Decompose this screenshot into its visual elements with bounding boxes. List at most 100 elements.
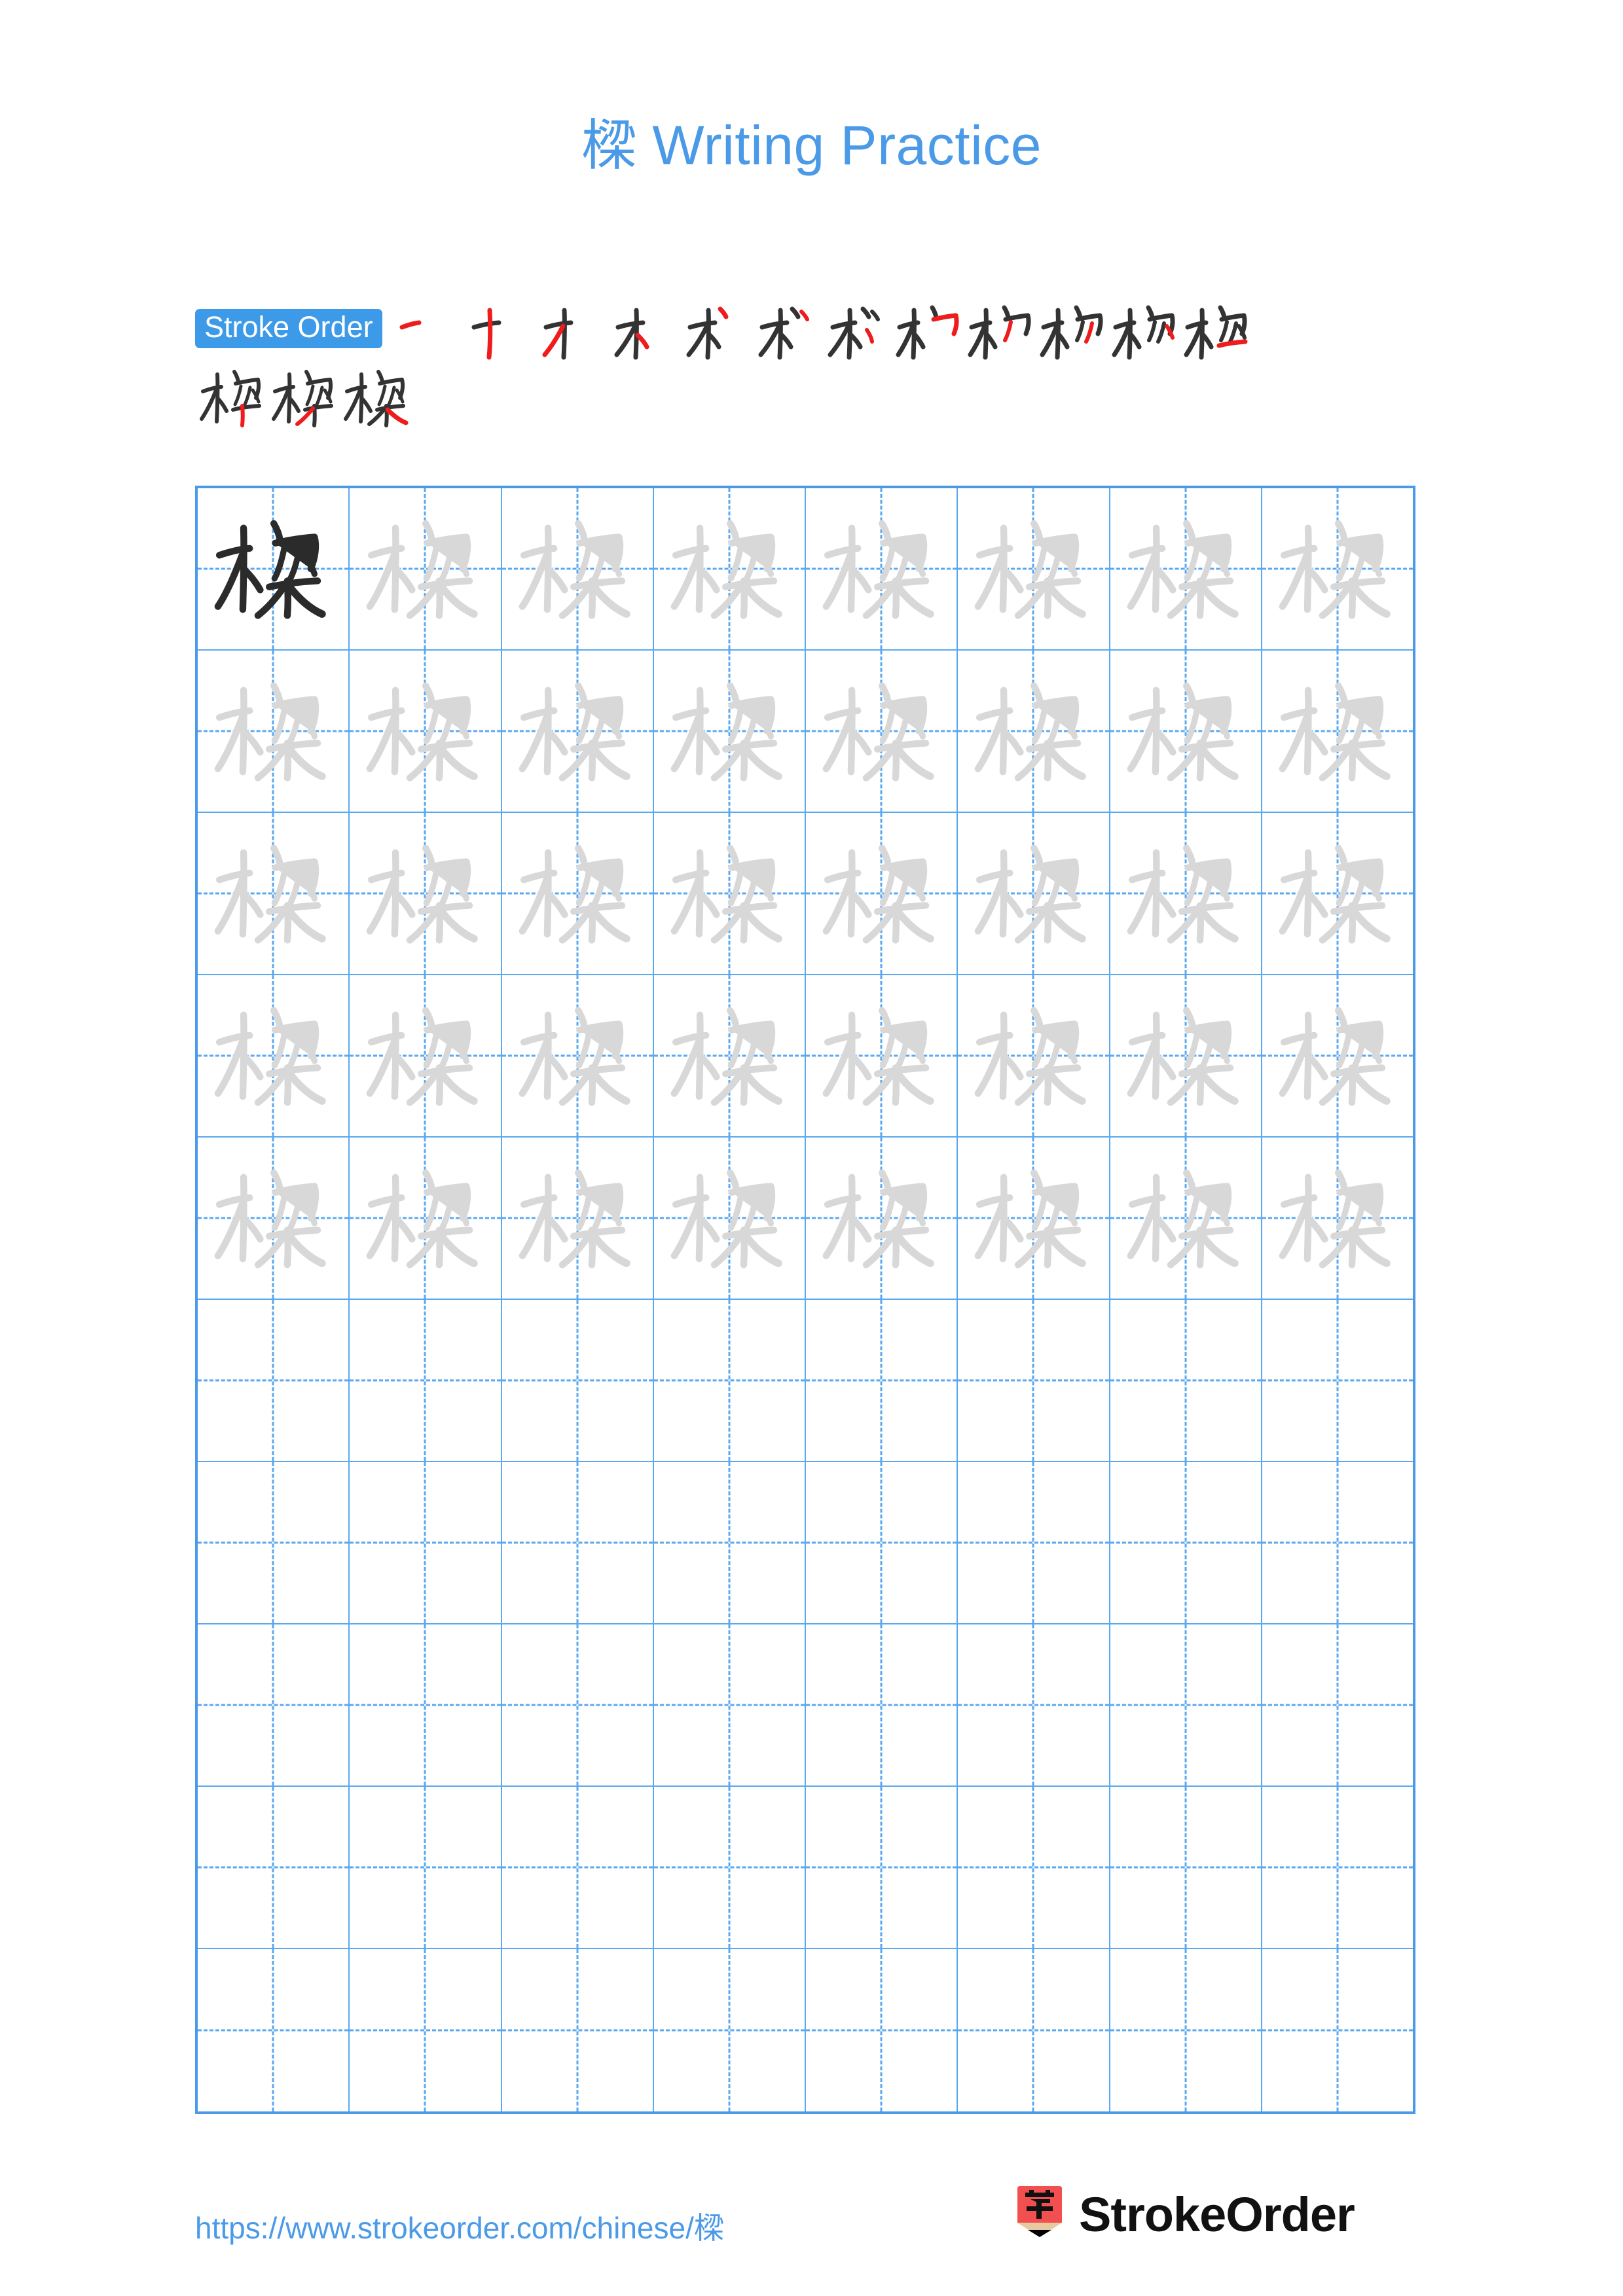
character-glyph — [1110, 813, 1261, 974]
page-title-suffix: Writing Practice — [636, 115, 1042, 176]
practice-cell-blank[interactable] — [654, 1787, 806, 1948]
stroke-step-14 — [268, 363, 340, 433]
practice-cell-blank[interactable] — [350, 1949, 502, 2111]
stroke-step-5 — [677, 296, 749, 367]
practice-cell-blank[interactable] — [958, 1462, 1110, 1623]
practice-cell-blank[interactable] — [1262, 1949, 1413, 2111]
practice-cell-blank[interactable] — [654, 1462, 806, 1623]
practice-cell-blank[interactable] — [1110, 1949, 1262, 2111]
practice-cell-blank[interactable] — [1110, 1300, 1262, 1461]
practice-cell-blank[interactable] — [502, 1624, 654, 1785]
practice-grid — [195, 486, 1415, 2114]
practice-cell-blank[interactable] — [1262, 1300, 1413, 1461]
practice-cell-trace[interactable] — [806, 1138, 958, 1299]
practice-cell-blank[interactable] — [958, 1949, 1110, 2111]
practice-cell-trace[interactable] — [1110, 651, 1262, 812]
practice-cell-trace[interactable] — [1110, 488, 1262, 649]
practice-row — [198, 813, 1413, 975]
practice-cell-trace[interactable] — [958, 1138, 1110, 1299]
practice-cell-trace[interactable] — [1262, 488, 1413, 649]
stroke-order-row-1: Stroke Order — [195, 296, 1426, 367]
practice-cell-blank[interactable] — [350, 1624, 502, 1785]
practice-cell-trace[interactable] — [1262, 813, 1413, 974]
practice-cell-trace[interactable] — [806, 975, 958, 1136]
practice-cell-blank[interactable] — [198, 1949, 350, 2111]
practice-cell-trace[interactable] — [350, 813, 502, 974]
practice-cell-trace[interactable] — [654, 1138, 806, 1299]
practice-cell-trace[interactable] — [198, 813, 350, 974]
practice-cell-trace[interactable] — [1110, 1138, 1262, 1299]
source-url-link[interactable]: https://www.strokeorder.com/chinese/樑 — [195, 2204, 724, 2248]
practice-cell-trace[interactable] — [1262, 651, 1413, 812]
practice-cell-blank[interactable] — [1110, 1624, 1262, 1785]
practice-cell-trace[interactable] — [806, 488, 958, 649]
practice-cell-trace[interactable] — [806, 813, 958, 974]
practice-cell-trace[interactable] — [502, 651, 654, 812]
character-glyph — [502, 1138, 653, 1299]
page-title: 樑 Writing Practice — [0, 101, 1623, 181]
practice-cell-blank[interactable] — [654, 1624, 806, 1785]
character-glyph — [502, 651, 653, 812]
source-url-prefix: https://www.strokeorder.com/chinese/ — [195, 2211, 694, 2245]
stroke-step-1 — [389, 296, 461, 367]
practice-cell-blank[interactable] — [350, 1300, 502, 1461]
practice-cell-trace[interactable] — [654, 651, 806, 812]
stroke-step-3 — [533, 296, 605, 367]
practice-cell-trace[interactable] — [502, 1138, 654, 1299]
practice-cell-blank[interactable] — [958, 1787, 1110, 1948]
practice-cell-trace[interactable] — [350, 488, 502, 649]
practice-cell-trace[interactable] — [654, 813, 806, 974]
practice-cell-trace[interactable] — [654, 488, 806, 649]
practice-cell-blank[interactable] — [198, 1300, 350, 1461]
practice-cell-blank[interactable] — [1262, 1787, 1413, 1948]
practice-cell-trace[interactable] — [958, 651, 1110, 812]
practice-cell-blank[interactable] — [502, 1949, 654, 2111]
practice-cell-trace[interactable] — [198, 975, 350, 1136]
practice-cell-trace[interactable] — [1110, 813, 1262, 974]
practice-cell-blank[interactable] — [198, 1462, 350, 1623]
practice-cell-blank[interactable] — [198, 1787, 350, 1948]
practice-cell-trace[interactable] — [502, 813, 654, 974]
practice-cell-trace[interactable] — [1262, 975, 1413, 1136]
practice-cell-trace[interactable] — [654, 975, 806, 1136]
practice-cell-trace[interactable] — [502, 488, 654, 649]
practice-cell-trace[interactable] — [502, 975, 654, 1136]
practice-cell-trace[interactable] — [1110, 975, 1262, 1136]
practice-cell-blank[interactable] — [1110, 1787, 1262, 1948]
practice-cell-blank[interactable] — [502, 1300, 654, 1461]
practice-cell-blank[interactable] — [958, 1624, 1110, 1785]
practice-cell-trace[interactable] — [198, 488, 350, 649]
practice-cell-blank[interactable] — [654, 1949, 806, 2111]
practice-cell-blank[interactable] — [958, 1300, 1110, 1461]
practice-cell-trace[interactable] — [350, 975, 502, 1136]
practice-cell-trace[interactable] — [198, 651, 350, 812]
practice-cell-blank[interactable] — [1110, 1462, 1262, 1623]
practice-cell-trace[interactable] — [1262, 1138, 1413, 1299]
practice-cell-blank[interactable] — [1262, 1462, 1413, 1623]
stroke-step-2 — [461, 296, 533, 367]
character-glyph — [806, 1138, 957, 1299]
practice-cell-blank[interactable] — [806, 1462, 958, 1623]
practice-cell-blank[interactable] — [1262, 1624, 1413, 1785]
practice-cell-trace[interactable] — [350, 651, 502, 812]
character-glyph — [654, 813, 805, 974]
practice-cell-blank[interactable] — [502, 1787, 654, 1948]
practice-cell-trace[interactable] — [958, 813, 1110, 974]
practice-cell-trace[interactable] — [958, 488, 1110, 649]
source-url-character: 樑 — [693, 2210, 724, 2246]
practice-cell-blank[interactable] — [654, 1300, 806, 1461]
practice-cell-trace[interactable] — [958, 975, 1110, 1136]
practice-cell-blank[interactable] — [350, 1787, 502, 1948]
practice-cell-blank[interactable] — [502, 1462, 654, 1623]
practice-cell-trace[interactable] — [806, 651, 958, 812]
practice-cell-blank[interactable] — [198, 1624, 350, 1785]
practice-cell-blank[interactable] — [350, 1462, 502, 1623]
practice-cell-blank[interactable] — [806, 1787, 958, 1948]
practice-cell-blank[interactable] — [806, 1949, 958, 2111]
practice-cell-trace[interactable] — [198, 1138, 350, 1299]
practice-cell-blank[interactable] — [806, 1300, 958, 1461]
brand-logo[interactable]: StrokeOrder — [1015, 2185, 1355, 2245]
pencil-zi-icon — [1015, 2185, 1065, 2245]
practice-cell-blank[interactable] — [806, 1624, 958, 1785]
practice-cell-trace[interactable] — [350, 1138, 502, 1299]
